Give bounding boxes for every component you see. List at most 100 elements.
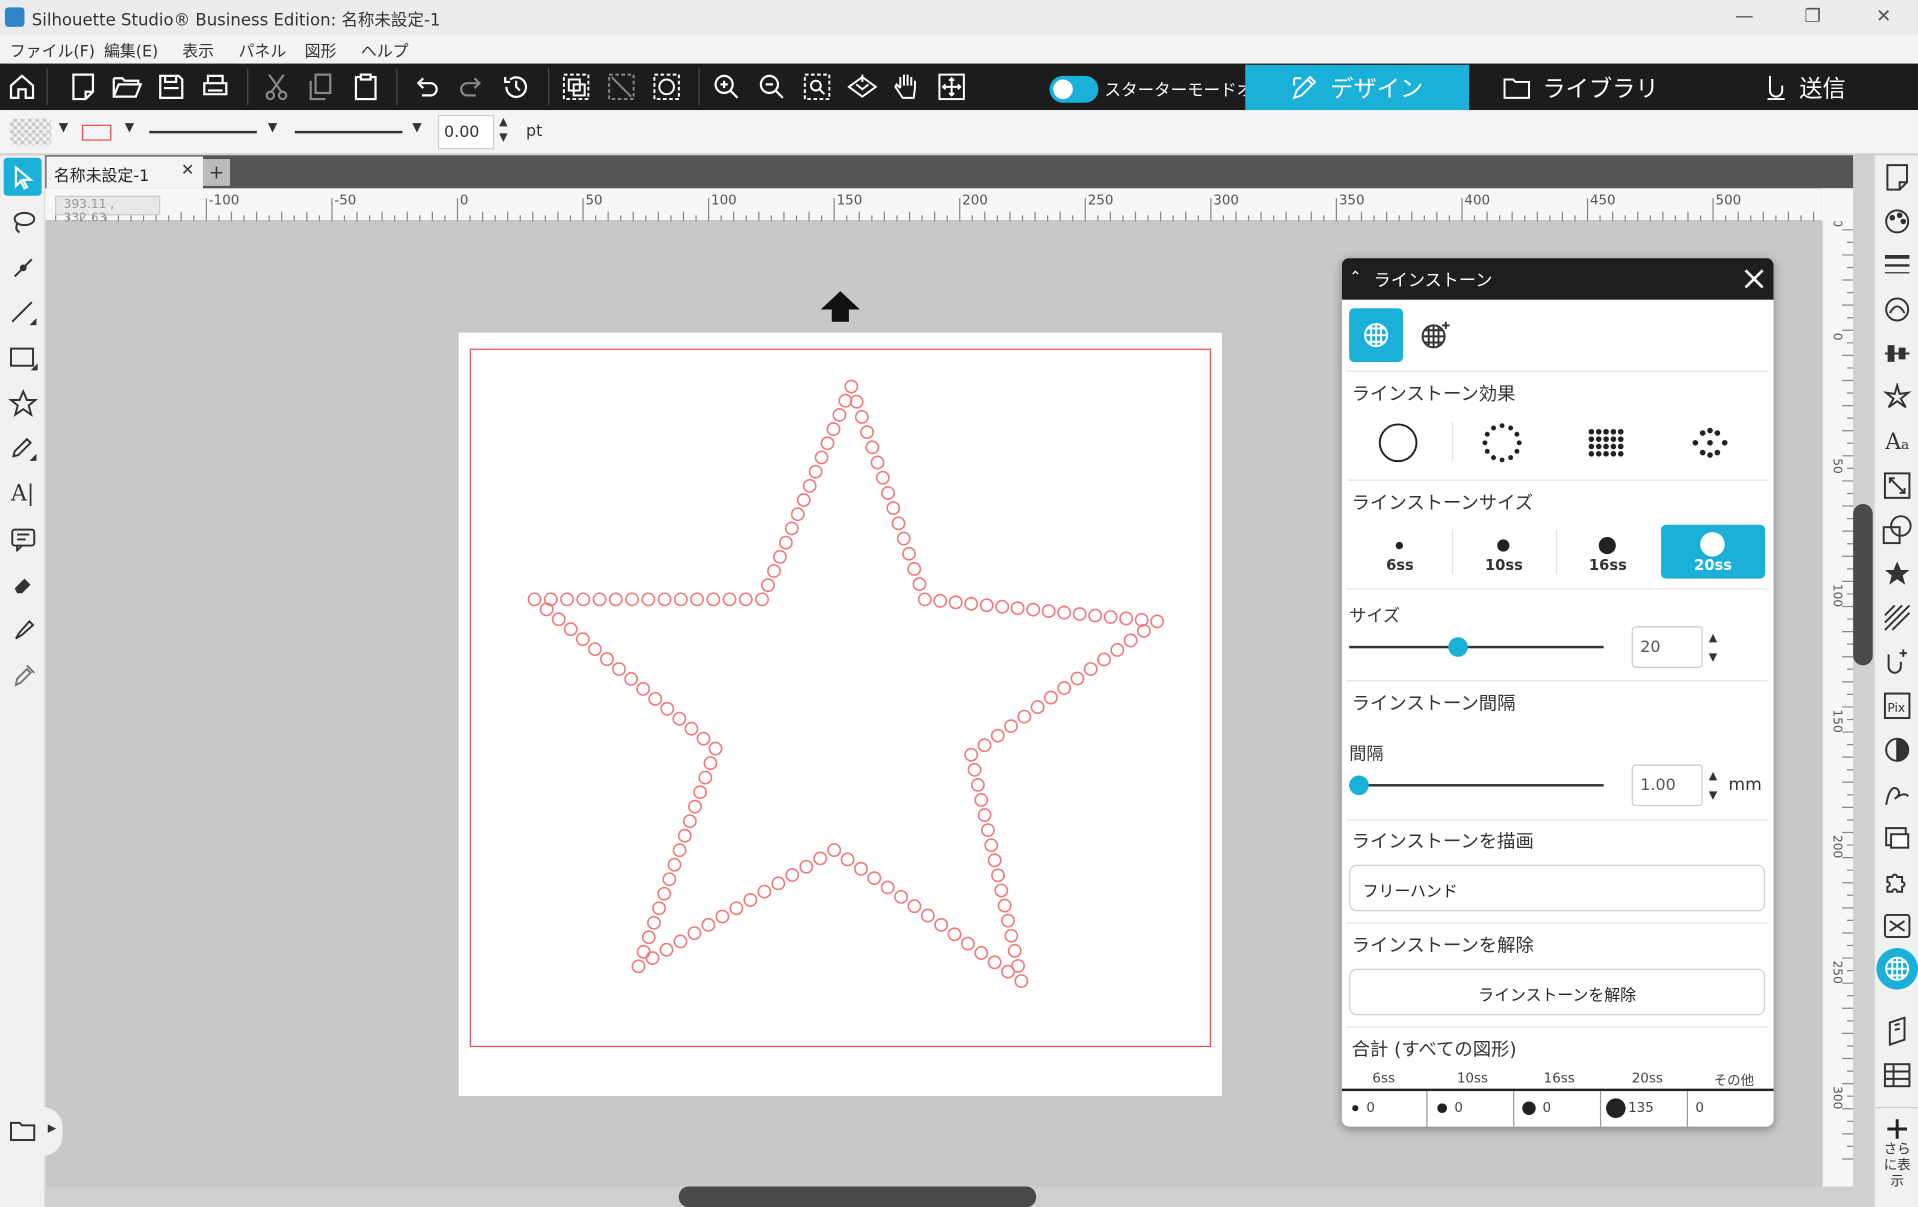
size-slider-thumb[interactable] bbox=[1448, 637, 1468, 657]
close-tab-icon[interactable]: ✕ bbox=[181, 161, 194, 179]
eraser-tool-icon[interactable] bbox=[4, 565, 42, 603]
library-panel-icon[interactable] bbox=[1878, 1056, 1917, 1095]
nesting-panel-icon[interactable] bbox=[1878, 906, 1917, 945]
sketch-panel-icon[interactable] bbox=[1878, 774, 1917, 813]
paste-icon[interactable] bbox=[346, 67, 385, 106]
ungroup-icon[interactable] bbox=[602, 67, 641, 106]
pixscan-panel-icon[interactable]: Pix bbox=[1878, 686, 1917, 725]
maximize-button[interactable]: ❐ bbox=[1788, 5, 1837, 29]
pen-tool-icon[interactable] bbox=[4, 429, 42, 467]
tab-send[interactable]: 送信 bbox=[1693, 65, 1918, 110]
close-panel-icon[interactable] bbox=[1743, 268, 1765, 290]
panel-header[interactable]: ⌃ ラインストーン bbox=[1341, 258, 1774, 300]
edit-points-tool-icon[interactable] bbox=[4, 248, 42, 286]
line-tool-icon[interactable] bbox=[4, 294, 42, 332]
expand-left-panel-icon[interactable]: ▶ bbox=[42, 1106, 63, 1156]
line-width-input[interactable]: 0.00 bbox=[437, 114, 495, 150]
group-icon[interactable] bbox=[557, 67, 596, 106]
vertical-scroll-thumb[interactable] bbox=[1853, 503, 1873, 666]
effect-grid-fill-option[interactable] bbox=[1584, 421, 1628, 465]
rhinestone-panel-icon[interactable] bbox=[1876, 947, 1918, 990]
trace-panel-icon[interactable] bbox=[1878, 598, 1917, 637]
tab-design[interactable]: デザイン bbox=[1245, 64, 1470, 111]
starter-mode-toggle[interactable] bbox=[1049, 75, 1099, 103]
pattern-panel-icon[interactable] bbox=[1878, 290, 1917, 329]
horizontal-scroll-thumb[interactable] bbox=[678, 1186, 1037, 1207]
vertical-scrollbar[interactable] bbox=[1853, 155, 1874, 1207]
contrast-panel-icon[interactable] bbox=[1878, 730, 1917, 769]
spacing-input[interactable]: 1.00 bbox=[1631, 764, 1703, 807]
spacing-slider-track[interactable] bbox=[1349, 784, 1604, 787]
line-style-dropdown-icon[interactable]: ▼ bbox=[268, 121, 277, 134]
size-stepper[interactable]: ▲ ▼ bbox=[1709, 629, 1717, 668]
effect-scatter-fill-option[interactable] bbox=[1688, 421, 1732, 465]
line-width-stepper[interactable]: ▲ ▼ bbox=[499, 115, 507, 147]
page-orientation-arrow-icon[interactable] bbox=[820, 290, 862, 324]
menu-edit[interactable]: 編集(E) bbox=[104, 38, 158, 61]
send-cut-panel-icon[interactable] bbox=[1878, 642, 1917, 681]
spacing-stepper[interactable]: ▲ ▼ bbox=[1709, 767, 1717, 806]
menu-shape[interactable]: 図形 bbox=[305, 38, 337, 61]
lasso-tool-icon[interactable] bbox=[4, 203, 42, 241]
text-style-panel-icon[interactable]: Aa bbox=[1878, 422, 1917, 461]
size-option-10ss[interactable]: 10ss bbox=[1452, 525, 1556, 579]
text-tool-icon[interactable]: A| bbox=[4, 475, 42, 513]
text-box-tool-icon[interactable] bbox=[4, 520, 42, 558]
align-panel-icon[interactable] bbox=[1878, 334, 1917, 373]
drag-zoom-icon[interactable] bbox=[843, 67, 882, 106]
history-icon[interactable] bbox=[497, 67, 536, 106]
knife-tool-icon[interactable] bbox=[4, 610, 42, 648]
copy-icon[interactable] bbox=[301, 67, 340, 106]
effect-dotted-circle-option[interactable] bbox=[1480, 421, 1524, 465]
rhinestone-mode-button[interactable] bbox=[1349, 308, 1404, 363]
rhinestone-add-mode-button[interactable] bbox=[1409, 308, 1463, 362]
offset-panel-icon[interactable] bbox=[1878, 554, 1917, 593]
menu-panel[interactable]: パネル bbox=[239, 38, 287, 61]
line-style-panel-icon[interactable] bbox=[1878, 246, 1917, 285]
spacing-slider-thumb[interactable] bbox=[1349, 775, 1369, 796]
undo-icon[interactable] bbox=[407, 67, 446, 106]
line-join-preview[interactable] bbox=[294, 130, 403, 133]
new-document-icon[interactable] bbox=[64, 67, 103, 106]
zoom-selection-icon[interactable] bbox=[798, 67, 837, 106]
size-option-16ss[interactable]: 16ss bbox=[1556, 525, 1660, 579]
fill-color-swatch[interactable] bbox=[9, 118, 52, 146]
size-option-20ss[interactable]: 20ss bbox=[1661, 524, 1766, 579]
star-tool-icon[interactable] bbox=[4, 384, 42, 422]
collapse-panel-icon[interactable]: ⌃ bbox=[1349, 268, 1361, 285]
open-folder-icon[interactable] bbox=[108, 67, 147, 106]
zoom-out-icon[interactable] bbox=[752, 67, 791, 106]
modify-panel-icon[interactable] bbox=[1878, 510, 1917, 549]
menu-file[interactable]: ファイル(F) bbox=[10, 38, 95, 61]
line-style-preview[interactable] bbox=[149, 130, 257, 133]
page-setup-icon[interactable] bbox=[1878, 158, 1917, 197]
rectangle-tool-icon[interactable] bbox=[4, 339, 42, 377]
more-label[interactable]: さらに表示 bbox=[1879, 1141, 1916, 1189]
eyedropper-tool-icon[interactable] bbox=[4, 656, 42, 694]
save-icon[interactable] bbox=[152, 67, 191, 106]
size-slider-track[interactable] bbox=[1349, 645, 1604, 649]
size-option-6ss[interactable]: 6ss bbox=[1348, 525, 1452, 579]
fit-page-icon[interactable] bbox=[932, 67, 971, 106]
zoom-in-icon[interactable] bbox=[707, 67, 746, 106]
line-color-swatch[interactable] bbox=[81, 124, 112, 141]
fill-color-panel-icon[interactable] bbox=[1878, 202, 1917, 241]
print-cut-panel-icon[interactable] bbox=[1878, 818, 1917, 857]
pan-hand-icon[interactable] bbox=[887, 67, 926, 106]
replicate-panel-icon[interactable] bbox=[1878, 378, 1917, 417]
minimize-button[interactable]: — bbox=[1720, 5, 1769, 29]
redo-icon[interactable] bbox=[451, 67, 490, 106]
fill-dropdown-arrow-icon[interactable]: ▼ bbox=[59, 121, 68, 134]
folder-panel-icon[interactable] bbox=[4, 1112, 42, 1150]
transform-panel-icon[interactable] bbox=[1878, 466, 1917, 505]
rhinestone-star-shape[interactable] bbox=[459, 333, 1222, 1096]
home-icon[interactable] bbox=[2, 67, 41, 106]
document-tab[interactable]: 名称未設定-1 ✕ bbox=[46, 156, 204, 189]
freehand-draw-button[interactable]: フリーハンド bbox=[1349, 864, 1766, 912]
add-tab-button[interactable]: + bbox=[203, 159, 230, 186]
menu-view[interactable]: 表示 bbox=[182, 38, 214, 61]
cut-icon[interactable] bbox=[257, 67, 296, 106]
select-tool-icon[interactable] bbox=[3, 157, 42, 196]
puzzle-panel-icon[interactable] bbox=[1878, 862, 1917, 901]
line-color-dropdown-icon[interactable]: ▼ bbox=[125, 121, 134, 134]
